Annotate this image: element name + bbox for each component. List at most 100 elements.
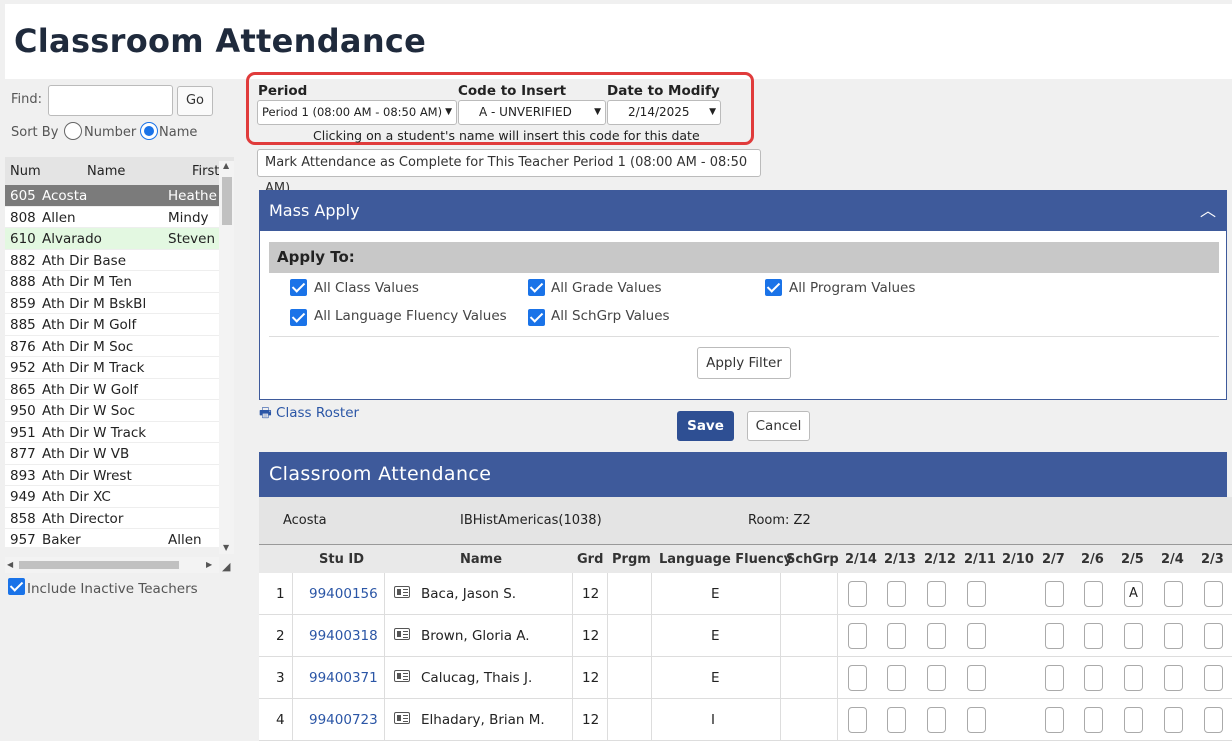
id-card-icon[interactable] xyxy=(394,628,410,640)
all-schgrp-checkbox[interactable] xyxy=(528,309,545,326)
mass-apply-header[interactable]: Mass Apply ︿ xyxy=(260,191,1226,231)
class-roster-link[interactable]: 🖶 Class Roster xyxy=(259,403,359,426)
teacher-row[interactable]: 877 Ath Dir W VB xyxy=(5,443,234,465)
attendance-cell[interactable] xyxy=(1204,623,1223,649)
code-select[interactable]: A - UNVERIFIED ▼ xyxy=(458,100,606,125)
cell-divider xyxy=(572,657,573,699)
attendance-cell[interactable] xyxy=(887,581,906,607)
attendance-cell[interactable] xyxy=(1045,707,1064,733)
period-select[interactable]: Period 1 (08:00 AM - 08:50 AM) ▼ xyxy=(257,100,457,125)
all-language-fluency-checkbox[interactable] xyxy=(290,309,307,326)
id-card-icon[interactable] xyxy=(394,670,410,682)
attendance-cell[interactable] xyxy=(927,707,946,733)
attendance-cell[interactable] xyxy=(1124,707,1143,733)
student-name[interactable]: Baca, Jason S. xyxy=(421,586,516,602)
all-grade-checkbox[interactable] xyxy=(528,279,545,296)
teacher-row[interactable]: 858 Ath Director xyxy=(5,508,234,529)
teacher-row[interactable]: 951 Ath Dir W Track xyxy=(5,422,234,443)
teacher-row[interactable]: 957 Baker Allen xyxy=(5,529,234,547)
attendance-cell[interactable] xyxy=(967,623,986,649)
attendance-cell[interactable]: A xyxy=(1124,581,1143,607)
teacher-row[interactable]: 808 Allen Mindy xyxy=(5,207,234,228)
attendance-cell[interactable] xyxy=(848,623,867,649)
teacher-row[interactable]: 865 Ath Dir W Golf xyxy=(5,379,234,400)
teacher-row[interactable]: 876 Ath Dir M Soc xyxy=(5,336,234,357)
attendance-cell[interactable] xyxy=(927,581,946,607)
attendance-cell[interactable] xyxy=(1124,623,1143,649)
student-id-link[interactable]: 99400723 xyxy=(309,712,378,728)
attendance-cell[interactable] xyxy=(967,581,986,607)
sort-name-radio[interactable] xyxy=(140,122,158,140)
scroll-down-arrow[interactable]: ▼ xyxy=(223,543,229,552)
student-name[interactable]: Brown, Gloria A. xyxy=(421,628,530,644)
teacher-row[interactable]: 952 Ath Dir M Track xyxy=(5,357,234,379)
attendance-cell[interactable] xyxy=(887,707,906,733)
teacher-name: Ath Dir W Soc xyxy=(42,403,136,419)
teacher-list-hscrollbar[interactable]: ◀ ▶ xyxy=(5,557,219,573)
attendance-cell[interactable] xyxy=(887,623,906,649)
attendance-cell[interactable] xyxy=(1204,581,1223,607)
scroll-right-arrow[interactable]: ▶ xyxy=(206,560,212,569)
attendance-cell[interactable] xyxy=(887,665,906,691)
id-card-icon[interactable] xyxy=(394,586,410,598)
attendance-cell[interactable] xyxy=(927,665,946,691)
student-name[interactable]: Calucag, Thais J. xyxy=(421,670,532,686)
attendance-cell[interactable] xyxy=(848,665,867,691)
attendance-cell[interactable] xyxy=(1124,665,1143,691)
attendance-cell[interactable] xyxy=(848,581,867,607)
student-id-link[interactable]: 99400371 xyxy=(309,670,378,686)
attendance-cell[interactable] xyxy=(967,707,986,733)
attendance-cell[interactable] xyxy=(1164,623,1183,649)
student-name[interactable]: Elhadary, Brian M. xyxy=(421,712,545,728)
hscroll-thumb[interactable] xyxy=(19,561,179,569)
teacher-row[interactable]: 859 Ath Dir M BskBl xyxy=(5,293,234,314)
student-language-fluency: E xyxy=(711,670,720,686)
teacher-row[interactable]: 893 Ath Dir Wrest xyxy=(5,465,234,486)
teacher-row[interactable]: 885 Ath Dir M Golf xyxy=(5,314,234,336)
teacher-row[interactable]: 605 Acosta Heathe xyxy=(5,185,234,207)
attendance-cell[interactable] xyxy=(848,707,867,733)
attendance-cell[interactable] xyxy=(1204,707,1223,733)
teacher-row[interactable]: 610 Alvarado Steven xyxy=(5,228,234,250)
find-input[interactable] xyxy=(48,85,173,116)
chevron-up-icon[interactable]: ︿ xyxy=(1200,191,1216,231)
all-program-checkbox[interactable] xyxy=(765,279,782,296)
attendance-cell[interactable] xyxy=(1084,707,1103,733)
teacher-row[interactable]: 888 Ath Dir M Ten xyxy=(5,271,234,293)
scroll-left-arrow[interactable]: ◀ xyxy=(7,560,13,569)
room-label: Room: Z2 xyxy=(748,513,811,528)
scroll-up-arrow[interactable]: ▲ xyxy=(223,161,229,170)
attendance-cell[interactable] xyxy=(1045,581,1064,607)
attendance-cell[interactable] xyxy=(927,623,946,649)
mark-complete-button[interactable]: Mark Attendance as Complete for This Tea… xyxy=(257,149,761,196)
student-id-link[interactable]: 99400156 xyxy=(309,586,378,602)
student-id-link[interactable]: 99400318 xyxy=(309,628,378,644)
save-button[interactable]: Save xyxy=(677,411,734,441)
attendance-cell[interactable] xyxy=(1084,623,1103,649)
teacher-row[interactable]: 949 Ath Dir XC xyxy=(5,486,234,508)
apply-filter-button[interactable]: Apply Filter xyxy=(697,347,791,379)
attendance-cell[interactable] xyxy=(1204,665,1223,691)
scroll-thumb[interactable] xyxy=(222,177,232,225)
attendance-cell[interactable] xyxy=(1084,665,1103,691)
sort-number-radio[interactable] xyxy=(64,122,82,140)
attendance-cell[interactable] xyxy=(1164,707,1183,733)
id-card-icon[interactable] xyxy=(394,712,410,724)
date-select[interactable]: 2/14/2025 ▼ xyxy=(607,100,721,125)
go-button[interactable]: Go xyxy=(177,86,213,116)
teacher-num: 882 xyxy=(10,252,36,269)
all-class-checkbox[interactable] xyxy=(290,279,307,296)
attendance-cell[interactable] xyxy=(967,665,986,691)
include-inactive-checkbox[interactable] xyxy=(8,578,25,595)
attendance-cell[interactable] xyxy=(1164,581,1183,607)
attendance-cell[interactable] xyxy=(1164,665,1183,691)
resize-grip-icon[interactable]: ◢ xyxy=(222,560,230,573)
col-date: 2/3 xyxy=(1201,552,1224,567)
teacher-row[interactable]: 882 Ath Dir Base xyxy=(5,250,234,271)
attendance-cell[interactable] xyxy=(1084,581,1103,607)
cancel-button[interactable]: Cancel xyxy=(747,411,810,441)
attendance-cell[interactable] xyxy=(1045,665,1064,691)
teacher-list-vscrollbar[interactable]: ▲ ▼ xyxy=(219,161,234,554)
attendance-cell[interactable] xyxy=(1045,623,1064,649)
teacher-row[interactable]: 950 Ath Dir W Soc xyxy=(5,400,234,422)
